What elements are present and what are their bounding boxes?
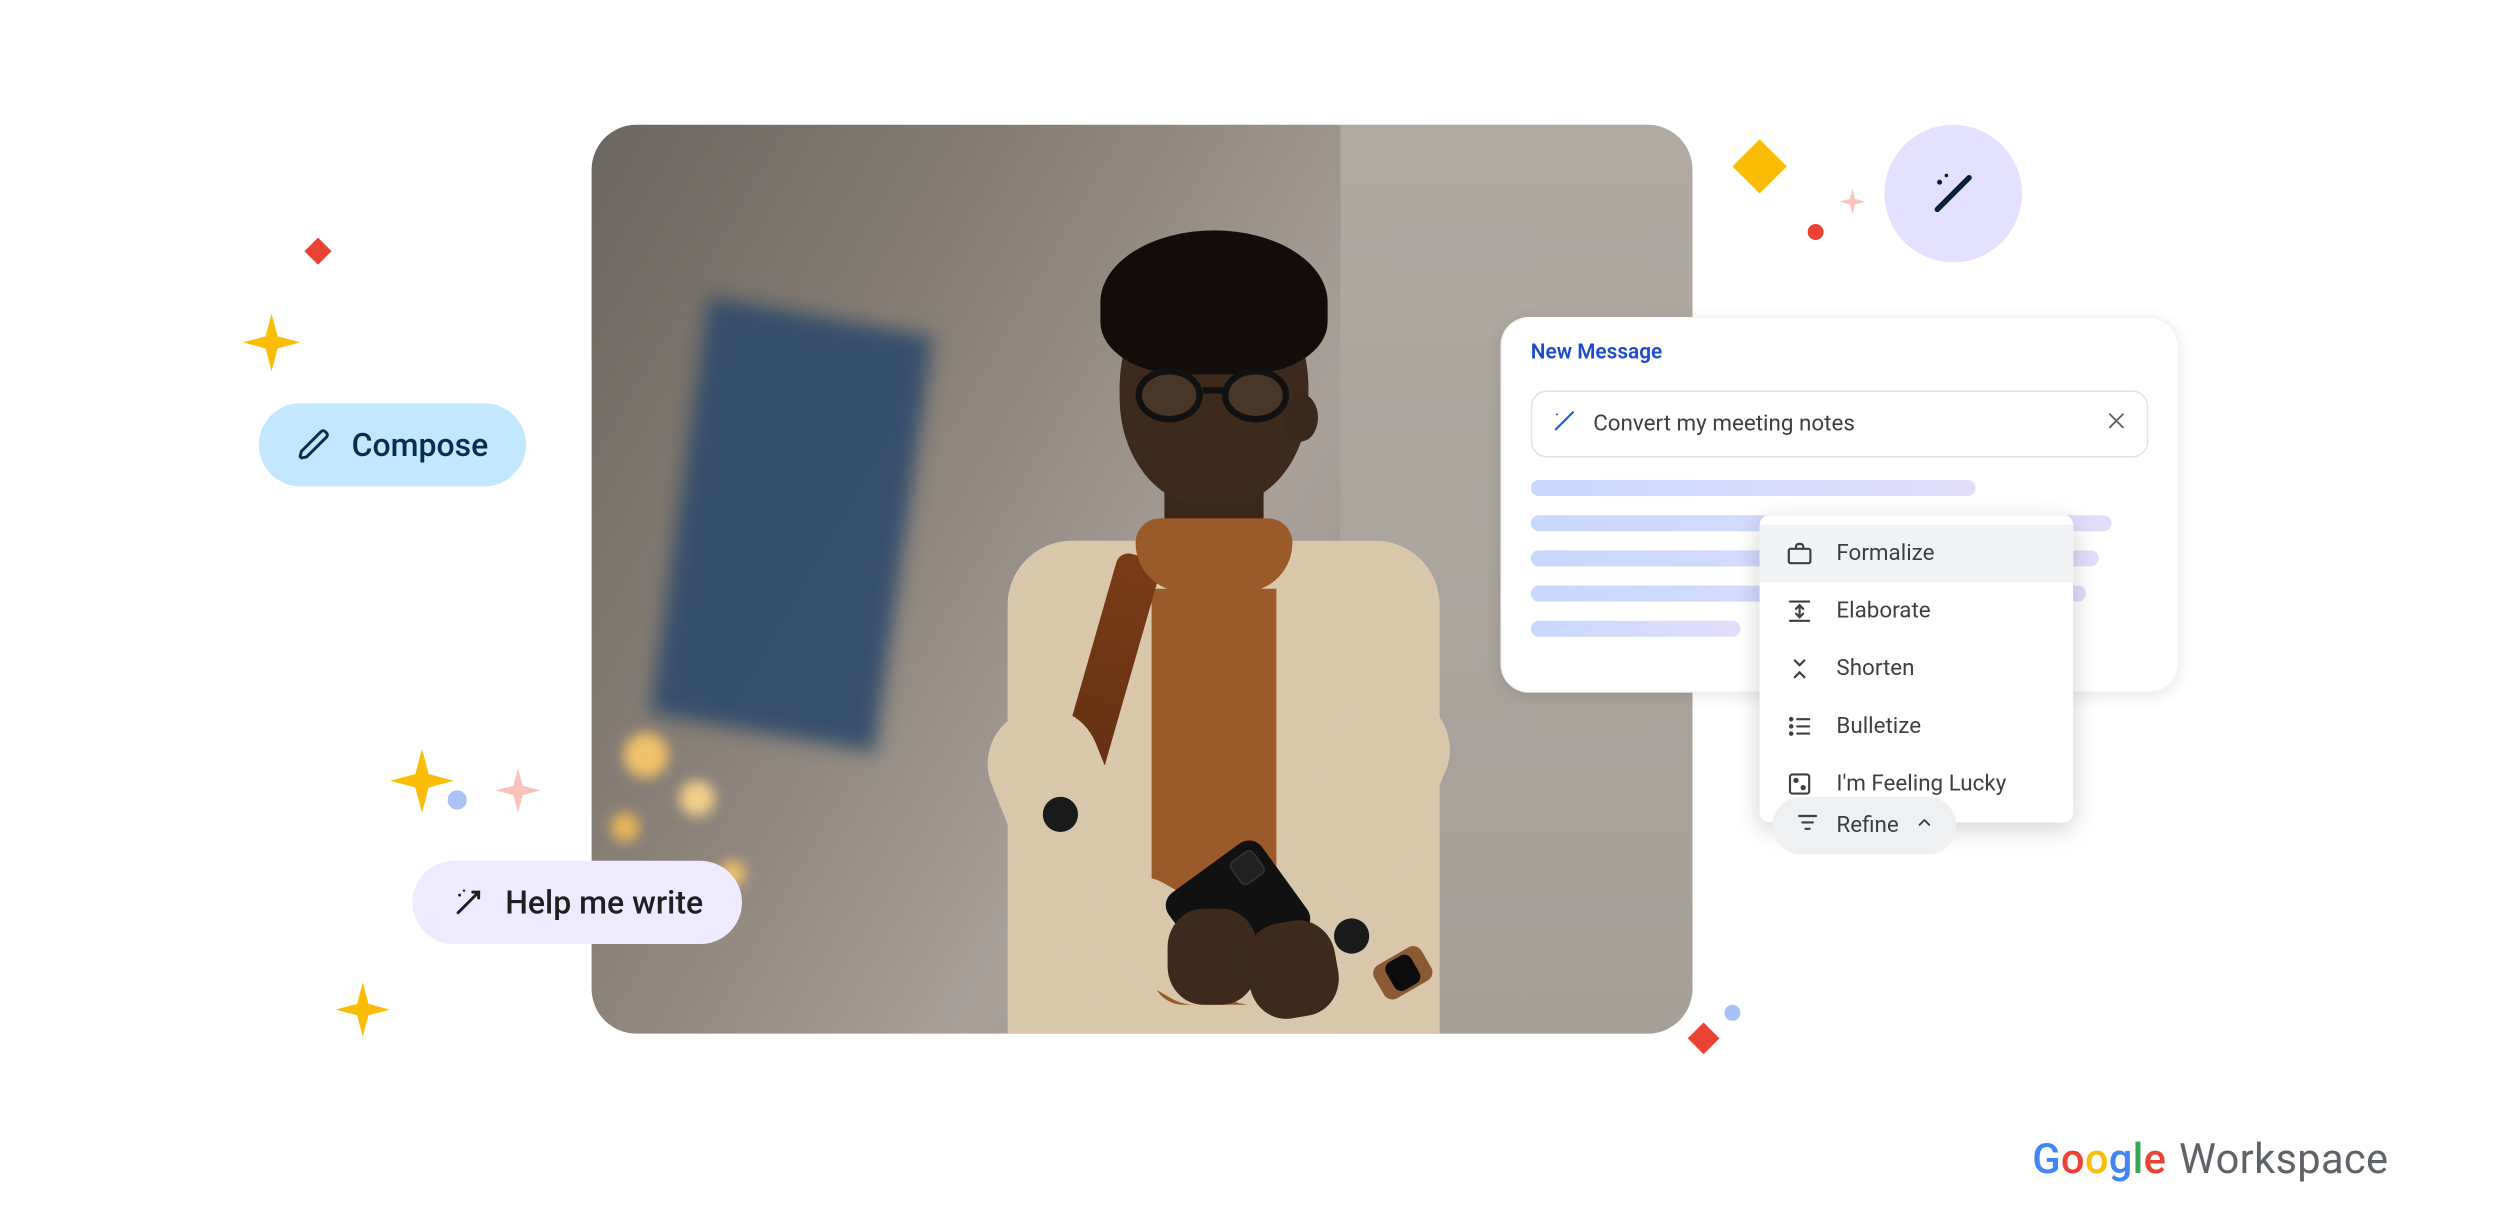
pencil-icon: [297, 427, 332, 462]
prompt-input[interactable]: Convert my meeting notes: [1531, 390, 2149, 457]
diamond-icon: [1732, 139, 1786, 193]
collapse-vert-icon: [1785, 654, 1814, 683]
dot-icon: [448, 790, 467, 809]
menu-item-label: Shorten: [1836, 656, 1914, 682]
prompt-text: Convert my meeting notes: [1593, 411, 1855, 437]
sparkle-icon: [496, 768, 541, 813]
refine-button[interactable]: Refine: [1772, 796, 1956, 854]
compose-button[interactable]: Compose: [259, 403, 527, 486]
sparkle-icon: [390, 748, 454, 812]
sparkle-icon: [1840, 188, 1866, 214]
diamond-icon: [1688, 1022, 1720, 1054]
magic-pen-icon: [1552, 408, 1578, 440]
menu-item-label: Formalize: [1836, 540, 1934, 566]
menu-item-bulletize[interactable]: Bulletize: [1760, 697, 2074, 755]
menu-item-label: Bulletize: [1836, 713, 1921, 739]
briefcase-icon: [1785, 539, 1814, 568]
panel-title: New Message: [1502, 318, 2177, 380]
workspace-word: Workspace: [2179, 1136, 2388, 1184]
refine-label: Refine: [1836, 812, 1898, 838]
diamond-icon: [304, 237, 331, 264]
menu-item-formalize[interactable]: Formalize: [1760, 524, 2074, 582]
dot-icon: [1808, 224, 1824, 240]
sparkle-icon: [336, 982, 390, 1036]
menu-item-shorten[interactable]: Shorten: [1760, 640, 2074, 698]
google-workspace-logo: Google Workspace: [2032, 1136, 2388, 1184]
menu-item-label: I'm Feeling Lucky: [1836, 771, 2006, 797]
menu-item-label: Elaborate: [1836, 598, 1930, 624]
magic-wand-icon: [451, 884, 486, 919]
help-me-write-label: Help me write: [505, 883, 703, 921]
sparkle-icon: [243, 313, 301, 371]
magic-wand-badge: [1884, 124, 2022, 262]
expand-vert-icon: [1785, 596, 1814, 625]
close-icon[interactable]: [2105, 409, 2127, 438]
list-icon: [1785, 712, 1814, 741]
chevron-up-icon: [1915, 812, 1934, 838]
help-me-write-button[interactable]: Help me write: [412, 860, 741, 943]
menu-item-elaborate[interactable]: Elaborate: [1760, 582, 2074, 640]
dice-icon: [1785, 769, 1814, 798]
dot-icon: [1724, 1004, 1740, 1020]
compose-label: Compose: [352, 425, 489, 463]
refine-menu: Formalize Elaborate Shorten Bulletize I'…: [1760, 515, 2074, 822]
google-wordmark: Google: [2032, 1136, 2166, 1184]
filter-icon: [1795, 809, 1821, 841]
